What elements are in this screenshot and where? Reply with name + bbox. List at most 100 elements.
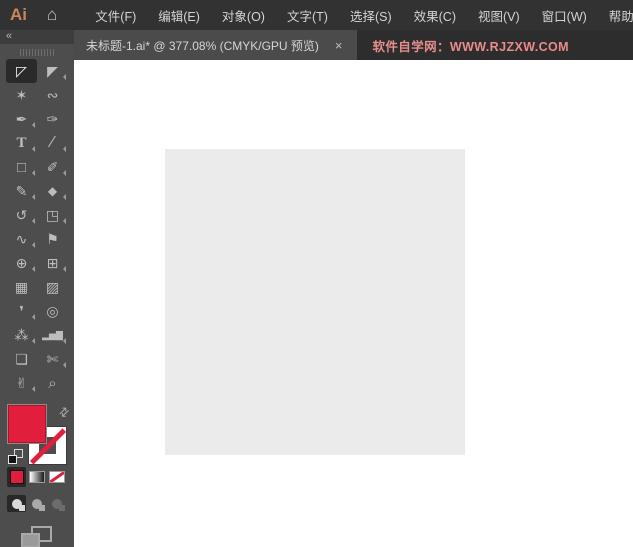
- mesh-tool-icon: ▦: [14, 278, 29, 295]
- puppet-warp-tool[interactable]: ⚑: [37, 227, 68, 251]
- toolbar-grip[interactable]: [20, 49, 54, 56]
- shaper-tool-icon: ✎: [15, 182, 28, 199]
- menu-item-view[interactable]: 视图(V): [467, 6, 531, 25]
- width-tool[interactable]: ∿: [6, 227, 37, 251]
- color-mode-buttons: [7, 467, 66, 487]
- menu-bar-items: 文件(F) 编辑(E) 对象(O) 文字(T) 选择(S) 效果(C) 视图(V) 窗口(W)…: [84, 6, 633, 25]
- eyedropper-tool-icon: ❜: [19, 302, 24, 319]
- shape-builder-tool-icon: ⊕: [15, 254, 28, 271]
- perspective-grid-tool[interactable]: ⊞: [37, 251, 68, 275]
- fill-stroke-controls: ⇄: [0, 402, 74, 547]
- lasso-tool-icon: ∾: [46, 86, 59, 103]
- tools-panel: « ◸ ◤ ✶ ∾ ✒ ✑ T ∕ □ ✐ ✎ ◆ ↺ ◳ ∿ ⚑ ⊕ ⊞ ▦ ▨ ❜ ◎ ⁂ ▂▅▇ ❏ ✄ ✌ ⌕ ⇄: [0, 30, 74, 547]
- blend-tool-icon: ◎: [46, 302, 59, 319]
- document-tab-title: 未标题-1.ai* @ 377.08% (CMYK/GPU 预览): [86, 38, 319, 53]
- canvas[interactable]: [74, 60, 633, 547]
- tab-bar: 未标题-1.ai* @ 377.08% (CMYK/GPU 预览) × 软件自学…: [74, 30, 633, 60]
- gradient-button[interactable]: [27, 467, 46, 487]
- none-chip-icon: [49, 472, 64, 482]
- direct-selection-tool[interactable]: ◤: [37, 59, 68, 83]
- draw-inside-icon: [51, 498, 65, 511]
- width-tool-icon: ∿: [15, 230, 28, 247]
- shaper-tool[interactable]: ✎: [6, 179, 37, 203]
- draw-behind-icon: [31, 498, 45, 511]
- color-chip-icon: [10, 471, 23, 483]
- type-tool-icon: T: [16, 134, 27, 151]
- eyedropper-tool[interactable]: ❜: [6, 299, 37, 323]
- document-tab[interactable]: 未标题-1.ai* @ 377.08% (CMYK/GPU 预览) ×: [74, 30, 357, 60]
- menu-item-window[interactable]: 窗口(W): [531, 6, 598, 25]
- draw-inside-button[interactable]: [47, 495, 66, 512]
- mesh-tool[interactable]: ▦: [6, 275, 37, 299]
- home-icon[interactable]: ⌂: [38, 0, 66, 30]
- magic-wand-tool[interactable]: ✶: [6, 83, 37, 107]
- draw-normal-icon: [11, 498, 25, 511]
- column-graph-tool-icon: ▂▅▇: [42, 329, 63, 340]
- draw-behind-button[interactable]: [27, 495, 46, 512]
- illustrator-window: Ai ⌂ 文件(F) 编辑(E) 对象(O) 文字(T) 选择(S) 效果(C) 视图(V)…: [0, 0, 633, 547]
- close-tab-icon[interactable]: ×: [333, 38, 345, 53]
- menu-item-select[interactable]: 选择(S): [339, 6, 403, 25]
- shape-builder-tool[interactable]: ⊕: [6, 251, 37, 275]
- paintbrush-tool-icon: ✐: [46, 158, 59, 175]
- tool-grid: ◸ ◤ ✶ ∾ ✒ ✑ T ∕ □ ✐ ✎ ◆ ↺ ◳ ∿ ⚑ ⊕ ⊞ ▦ ▨ ❜ ◎ ⁂ ▂▅▇ ❏ ✄ ✌ ⌕: [0, 59, 74, 395]
- hand-tool-icon: ✌: [15, 374, 28, 391]
- swap-fill-stroke-icon[interactable]: ⇄: [55, 403, 72, 420]
- fill-color-swatch[interactable]: [8, 405, 46, 443]
- paintbrush-tool[interactable]: ✐: [37, 155, 68, 179]
- menu-bar: Ai ⌂ 文件(F) 编辑(E) 对象(O) 文字(T) 选择(S) 效果(C) 视图(V)…: [0, 0, 633, 30]
- drawing-mode-buttons: [7, 495, 66, 512]
- symbol-sprayer-tool[interactable]: ⁂: [6, 323, 37, 347]
- menu-item-file[interactable]: 文件(F): [84, 6, 147, 25]
- selection-tool-icon: ◸: [16, 62, 27, 79]
- eraser-tool[interactable]: ◆: [37, 179, 68, 203]
- slice-tool-icon: ✄: [46, 350, 59, 367]
- rectangle-tool[interactable]: □: [6, 155, 37, 179]
- slice-tool[interactable]: ✄: [37, 347, 68, 371]
- line-segment-tool[interactable]: ∕: [37, 131, 68, 155]
- perspective-grid-tool-icon: ⊞: [46, 254, 59, 271]
- scale-tool[interactable]: ◳: [37, 203, 68, 227]
- artboard-tool-icon: ❏: [15, 350, 28, 367]
- blend-tool[interactable]: ◎: [37, 299, 68, 323]
- curvature-tool-icon: ✑: [46, 110, 59, 127]
- scale-tool-icon: ◳: [45, 206, 60, 223]
- menu-item-type[interactable]: 文字(T): [276, 6, 339, 25]
- zoom-tool[interactable]: ⌕: [37, 371, 68, 395]
- fill-color-button[interactable]: [7, 467, 26, 487]
- menu-item-object[interactable]: 对象(O): [211, 6, 276, 25]
- zoom-tool-icon: ⌕: [48, 374, 57, 392]
- column-graph-tool[interactable]: ▂▅▇: [37, 323, 68, 347]
- lasso-tool[interactable]: ∾: [37, 83, 68, 107]
- none-button[interactable]: [47, 467, 66, 487]
- line-segment-tool-icon: ∕: [51, 134, 54, 151]
- rotate-tool-icon: ↺: [15, 206, 28, 223]
- pen-tool[interactable]: ✒: [6, 107, 37, 131]
- menu-item-edit[interactable]: 编辑(E): [147, 6, 211, 25]
- rectangle-tool-icon: □: [16, 158, 27, 176]
- curvature-tool[interactable]: ✑: [37, 107, 68, 131]
- puppet-warp-tool-icon: ⚑: [46, 230, 59, 247]
- artboard-tool[interactable]: ❏: [6, 347, 37, 371]
- selection-tool[interactable]: ◸: [6, 59, 37, 83]
- app-logo: Ai: [10, 5, 27, 24]
- gradient-chip-icon: [29, 472, 44, 482]
- symbol-sprayer-tool-icon: ⁂: [14, 326, 29, 343]
- gradient-tool[interactable]: ▨: [37, 275, 68, 299]
- pen-tool-icon: ✒: [15, 110, 28, 127]
- eraser-tool-icon: ◆: [47, 184, 58, 198]
- collapse-toolbar-button[interactable]: «: [0, 30, 74, 44]
- hand-tool[interactable]: ✌: [6, 371, 37, 395]
- menu-item-effect[interactable]: 效果(C): [403, 6, 467, 25]
- rotate-tool[interactable]: ↺: [6, 203, 37, 227]
- artboard[interactable]: [165, 149, 465, 455]
- menu-item-help[interactable]: 帮助(H): [598, 6, 633, 25]
- draw-normal-button[interactable]: [7, 495, 26, 512]
- magic-wand-tool-icon: ✶: [15, 86, 28, 103]
- direct-selection-tool-icon: ◤: [47, 62, 58, 79]
- type-tool[interactable]: T: [6, 131, 37, 155]
- change-screen-mode-button[interactable]: [21, 526, 52, 547]
- gradient-tool-icon: ▨: [45, 278, 60, 295]
- promo-text: 软件自学网：WWW.RJZXW.COM: [372, 39, 569, 54]
- default-fill-stroke-icon[interactable]: [8, 449, 23, 464]
